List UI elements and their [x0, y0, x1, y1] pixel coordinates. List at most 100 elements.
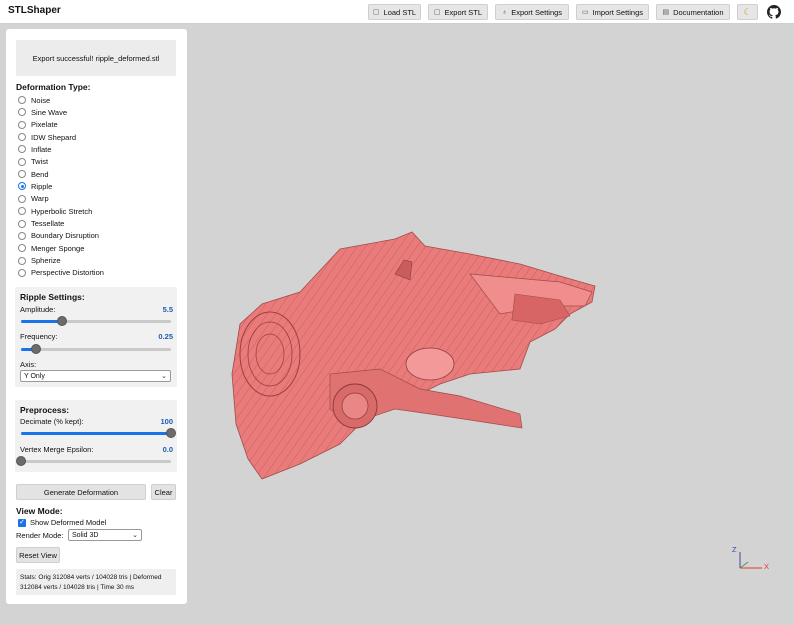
- amplitude-slider-fill: [21, 320, 62, 323]
- radio-button[interactable]: [18, 133, 26, 142]
- reset-view-button[interactable]: Reset View: [16, 547, 60, 563]
- deformation-option-tessellate[interactable]: Tessellate: [18, 218, 64, 230]
- radio-button[interactable]: [18, 145, 26, 154]
- ripple-settings-box: Ripple Settings: Amplitude: 5.5 Frequenc…: [15, 287, 177, 387]
- chevron-down-icon: ⌄: [132, 532, 138, 539]
- frequency-value: 0.25: [158, 332, 173, 341]
- github-link[interactable]: [767, 5, 781, 19]
- amplitude-slider-thumb[interactable]: [56, 316, 67, 326]
- radio-button[interactable]: [18, 170, 26, 179]
- epsilon-slider[interactable]: [16, 456, 171, 466]
- render-mode-select[interactable]: Solid 3D ⌄: [68, 529, 142, 541]
- deformation-option-idw-shepard[interactable]: IDW Shepard: [18, 131, 76, 143]
- download-icon: ▢: [433, 9, 441, 16]
- theme-toggle-button[interactable]: ☾: [737, 4, 758, 20]
- radio-button[interactable]: [18, 157, 26, 166]
- decimate-value: 100: [160, 417, 173, 426]
- radio-button[interactable]: [18, 108, 26, 117]
- github-icon: [767, 5, 781, 19]
- decimate-slider-fill: [21, 432, 171, 435]
- light-bulb-icon: ♁: [501, 8, 508, 16]
- radio-button[interactable]: [18, 256, 26, 265]
- decimate-slider-thumb[interactable]: [166, 428, 176, 438]
- deformation-option-label: Twist: [31, 157, 49, 167]
- radio-button[interactable]: [18, 182, 26, 191]
- deformation-option-sine-wave[interactable]: Sine Wave: [18, 106, 67, 118]
- export-stl-button[interactable]: ▢ Export STL: [428, 4, 488, 20]
- top-bar: STLShaper ▢ Load STL ▢ Export STL ♁ Expo…: [0, 0, 794, 24]
- deformation-option-pixelate[interactable]: Pixelate: [18, 119, 58, 131]
- deformation-option-noise[interactable]: Noise: [18, 94, 50, 106]
- axis-select[interactable]: Y Only ⌄: [20, 370, 171, 382]
- axis-x-label: X: [764, 562, 770, 571]
- frequency-slider[interactable]: [21, 344, 171, 354]
- amplitude-label: Amplitude:: [20, 305, 56, 314]
- deformation-option-perspective-distortion[interactable]: Perspective Distortion: [18, 267, 104, 279]
- load-stl-button[interactable]: ▢ Load STL: [368, 4, 421, 20]
- export-settings-button[interactable]: ♁ Export Settings: [495, 4, 569, 20]
- documentation-button[interactable]: ▤ Documentation: [656, 4, 730, 20]
- preprocess-box: Preprocess: Decimate (% kept): 100 Verte…: [15, 400, 177, 472]
- deformation-option-label: Menger Sponge: [31, 243, 85, 253]
- deformation-option-label: Tessellate: [31, 219, 65, 228]
- document-icon: ▤: [662, 9, 670, 16]
- status-message: Export successful! ripple_deformed.stl: [16, 40, 176, 76]
- view-mode-title: View Mode:: [16, 506, 63, 516]
- deformation-option-label: Pixelate: [31, 120, 58, 130]
- moon-icon: ☾: [743, 6, 752, 17]
- folder-icon: ▭: [581, 9, 589, 16]
- deformation-option-label: Sine Wave: [31, 107, 67, 117]
- show-deformed-checkbox[interactable]: ✓: [18, 519, 26, 527]
- radio-button[interactable]: [18, 219, 26, 228]
- radio-button[interactable]: [18, 194, 26, 203]
- amplitude-slider[interactable]: [21, 316, 171, 326]
- deformation-option-inflate[interactable]: Inflate: [18, 143, 51, 155]
- radio-button[interactable]: [18, 268, 26, 277]
- app-title: STLShaper: [8, 5, 61, 16]
- render-mode-label: Render Mode:: [16, 531, 64, 540]
- decimate-slider[interactable]: [21, 428, 176, 438]
- deformation-option-label: Warp: [31, 194, 49, 204]
- radio-button[interactable]: [18, 244, 26, 253]
- decimate-label: Decimate (% kept):: [20, 417, 84, 426]
- deformation-option-label: Perspective Distortion: [31, 268, 104, 278]
- upload-icon: ▢: [372, 9, 380, 16]
- epsilon-slider-thumb[interactable]: [16, 456, 26, 466]
- deformation-option-label: Inflate: [31, 144, 52, 154]
- radio-button[interactable]: [18, 231, 26, 240]
- frequency-slider-thumb[interactable]: [31, 344, 41, 354]
- deformation-option-spherize[interactable]: Spherize: [18, 255, 61, 267]
- deformation-option-twist[interactable]: Twist: [18, 156, 48, 168]
- deformation-option-label: IDW Shepard: [31, 132, 77, 142]
- axis-label: Axis:: [20, 360, 37, 369]
- epsilon-value: 0.0: [162, 445, 173, 454]
- deformation-option-label: Boundary Disruption: [31, 231, 99, 241]
- radio-button[interactable]: [18, 207, 26, 216]
- deformation-option-ripple[interactable]: Ripple: [18, 180, 52, 192]
- chevron-down-icon: ⌄: [161, 373, 167, 380]
- radio-button[interactable]: [18, 96, 26, 104]
- ripple-settings-title: Ripple Settings:: [20, 292, 85, 302]
- show-deformed-label: Show Deformed Model: [30, 518, 107, 527]
- deformation-option-label: Hyperbolic Stretch: [31, 206, 93, 216]
- deformation-option-label: Ripple: [31, 181, 53, 191]
- amplitude-value: 5.5: [162, 305, 173, 314]
- deformation-option-warp[interactable]: Warp: [18, 193, 49, 205]
- axis-z-label: Z: [732, 545, 737, 554]
- deformation-option-bend[interactable]: Bend: [18, 168, 49, 180]
- preprocess-title: Preprocess:: [20, 405, 70, 415]
- deformation-option-hyperbolic-stretch[interactable]: Hyperbolic Stretch: [18, 205, 92, 217]
- deformation-option-label: Bend: [31, 169, 49, 179]
- control-panel: Export successful! ripple_deformed.stl D…: [6, 29, 187, 604]
- clear-button[interactable]: Clear: [151, 484, 176, 500]
- generate-deformation-button[interactable]: Generate Deformation: [16, 484, 146, 500]
- frequency-label: Frequency:: [20, 332, 58, 341]
- deformation-option-label: Spherize: [31, 256, 61, 266]
- deformation-type-title: Deformation Type:: [16, 82, 91, 92]
- deformation-option-label: Noise: [31, 95, 51, 105]
- deformation-option-menger-sponge[interactable]: Menger Sponge: [18, 242, 84, 254]
- deformation-option-boundary-disruption[interactable]: Boundary Disruption: [18, 230, 99, 242]
- import-settings-button[interactable]: ▭ Import Settings: [576, 4, 649, 20]
- radio-button[interactable]: [18, 120, 26, 129]
- epsilon-label: Vertex Merge Epsilon:: [20, 445, 94, 454]
